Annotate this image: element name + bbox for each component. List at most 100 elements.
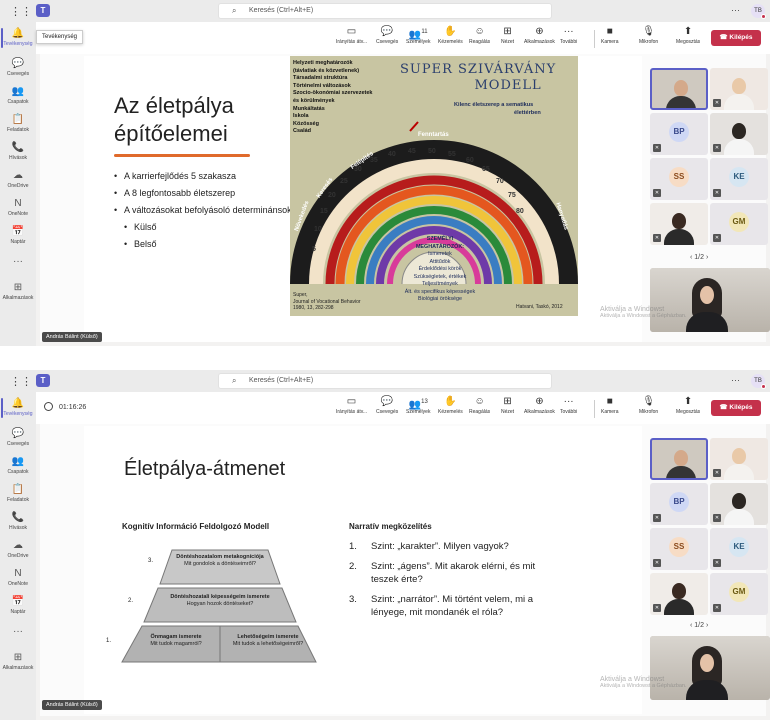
more-options-icon[interactable]: ··· bbox=[731, 375, 740, 385]
rail-calls[interactable]: 📞 Hívások bbox=[0, 142, 36, 161]
chat-icon: 💬 bbox=[380, 26, 394, 37]
rail-teams[interactable]: 👥 Csapatok bbox=[0, 456, 36, 475]
controls-button[interactable]: ▭ Irányítás átv... bbox=[336, 25, 367, 45]
rail-calendar[interactable]: 📅 Naptár bbox=[0, 226, 36, 245]
participant-tile[interactable]: BP ✕ bbox=[650, 483, 708, 525]
rail-apps[interactable]: ⊞ Alkalmazások bbox=[0, 282, 36, 301]
participant-tile[interactable] bbox=[650, 438, 708, 480]
mic-button[interactable]: 🎙 Mikrofon bbox=[639, 395, 658, 415]
mic-muted-icon: ✕ bbox=[713, 189, 721, 197]
narrative-list: 1. Szint: „karakter”. Milyen vagyok? 2. Sz… bbox=[349, 540, 559, 626]
camera-button[interactable]: ■ Kamera bbox=[601, 395, 619, 415]
activation-watermark: Aktiválja a Windowst Aktiválja a Windowst… bbox=[600, 676, 687, 689]
shared-slide: Az életpályaépítőelemei A karrierfejlődé… bbox=[84, 56, 642, 342]
rail-tasks[interactable]: 📋 Feladatok bbox=[0, 114, 36, 133]
react-button[interactable]: ☺ Reagálás bbox=[469, 395, 490, 415]
presence-busy-icon bbox=[761, 14, 766, 19]
user-avatar[interactable]: TB bbox=[751, 374, 766, 389]
camera-button[interactable]: ■ Kamera bbox=[601, 25, 619, 45]
view-button[interactable]: ⊞ Nézet bbox=[501, 25, 514, 45]
view-button[interactable]: ⊞ Nézet bbox=[501, 395, 514, 415]
mic-button[interactable]: 🎙 Mikrofon bbox=[639, 25, 658, 45]
mic-off-icon: 🎙 bbox=[642, 26, 655, 37]
rail-activity[interactable]: 🔔 Tevékenység bbox=[0, 398, 36, 418]
participant-tile[interactable]: ✕ bbox=[650, 573, 708, 615]
apps-button[interactable]: ⊕ Alkalmazások bbox=[524, 25, 555, 45]
more-options-icon[interactable]: ··· bbox=[731, 5, 740, 15]
gallery-pager[interactable]: ‹ 1/2 › bbox=[690, 622, 708, 629]
participant-tile[interactable]: ✕ bbox=[710, 113, 768, 155]
participant-tile[interactable]: ✕ bbox=[650, 203, 708, 245]
people-button[interactable]: 👥13 Személyek bbox=[406, 395, 430, 415]
teams-window-2: ⋮⋮⋮ T ⌕ Keresés (Ctrl+Alt+E) ··· TB 🔔 Tev… bbox=[0, 370, 770, 720]
rail-calls[interactable]: 📞 Hívások bbox=[0, 512, 36, 531]
share-button[interactable]: ⬆ Megosztás bbox=[676, 25, 700, 45]
participant-tile[interactable]: KE ✕ bbox=[710, 158, 768, 200]
narrative-item: 1. Szint: „karakter”. Milyen vagyok? bbox=[349, 541, 509, 552]
controls-button[interactable]: ▭ Irányítás átv... bbox=[336, 395, 367, 415]
rail-teams[interactable]: 👥 Csapatok bbox=[0, 86, 36, 105]
rail-chat[interactable]: 💬 Csevegés bbox=[0, 428, 36, 447]
people-button[interactable]: 👥11 Személyek bbox=[406, 25, 430, 45]
leave-button[interactable]: ☎ Kilépés bbox=[711, 400, 761, 416]
tasks-icon: 📋 bbox=[11, 114, 25, 125]
participant-tile[interactable] bbox=[650, 68, 708, 110]
rail-onedrive[interactable]: ☁ OneDrive bbox=[0, 170, 36, 189]
rail-tasks[interactable]: 📋 Feladatok bbox=[0, 484, 36, 503]
more-icon: ··· bbox=[563, 396, 574, 407]
meeting-toolbar: ▭ Irányítás átv... 💬 Csevegés 👥11 Személyek… bbox=[36, 22, 770, 54]
bell-icon: 🔔 bbox=[11, 28, 25, 39]
participant-tile[interactable]: GM ✕ bbox=[710, 573, 768, 615]
participant-video bbox=[672, 583, 686, 599]
rail-onedrive[interactable]: ☁ OneDrive bbox=[0, 540, 36, 559]
participant-video bbox=[672, 213, 686, 229]
search-icon: ⌕ bbox=[232, 6, 237, 15]
rail-calendar[interactable]: 📅 Naptár bbox=[0, 596, 36, 615]
more-button[interactable]: ··· További bbox=[560, 25, 577, 45]
share-button[interactable]: ⬆ Megosztás bbox=[676, 395, 700, 415]
rail-onenote[interactable]: N OneNote bbox=[0, 198, 36, 217]
shield-icon bbox=[44, 402, 53, 411]
rail-chat[interactable]: 💬 Csevegés bbox=[0, 58, 36, 77]
participant-tile[interactable]: KE ✕ bbox=[710, 528, 768, 570]
rail-onenote[interactable]: N OneNote bbox=[0, 568, 36, 587]
teams-window-1: ⋮⋮⋮ T ⌕ Keresés (Ctrl+Alt+E) ··· TB 🔔 Tev… bbox=[0, 0, 770, 346]
participant-tile[interactable]: SS ✕ bbox=[650, 528, 708, 570]
leave-button[interactable]: ☎ Kilépés bbox=[711, 30, 761, 46]
participant-tile[interactable]: ✕ bbox=[710, 438, 768, 480]
chat-button[interactable]: 💬 Csevegés bbox=[376, 25, 398, 45]
rail-more[interactable]: ··· bbox=[0, 626, 36, 638]
meeting-stage: Életpálya-átmenet Kognitív Információ Fe… bbox=[40, 424, 770, 716]
raise-hand-button[interactable]: ✋ Kézemelés bbox=[438, 395, 463, 415]
activity-tooltip: Tevékenység bbox=[36, 30, 84, 44]
more-button[interactable]: ··· További bbox=[560, 395, 577, 415]
participant-tile[interactable]: ✕ bbox=[710, 68, 768, 110]
participant-tile[interactable]: SS ✕ bbox=[650, 158, 708, 200]
participant-initials: GM bbox=[729, 582, 749, 602]
mic-muted-icon: ✕ bbox=[713, 99, 721, 107]
gallery-pager[interactable]: ‹ 1/2 › bbox=[690, 254, 708, 261]
react-button[interactable]: ☺ Reagálás bbox=[469, 25, 490, 45]
calendar-icon: 📅 bbox=[11, 596, 25, 607]
search-input[interactable]: ⌕ Keresés (Ctrl+Alt+E) bbox=[218, 3, 552, 19]
participant-tile[interactable]: BP ✕ bbox=[650, 113, 708, 155]
participant-tile[interactable]: ✕ bbox=[710, 483, 768, 525]
slide-title: Az életpálya építőelemei bbox=[114, 93, 234, 146]
rail-more[interactable]: ··· bbox=[0, 256, 36, 268]
raise-hand-button[interactable]: ✋ Kézemelés bbox=[438, 25, 463, 45]
stage-label: Fenntartás bbox=[418, 132, 449, 138]
cip-model-heading: Kognitív Információ Feldolgozó Modell bbox=[122, 522, 270, 531]
activation-watermark: Aktiválja a Windowst Aktiválja a Windowst… bbox=[600, 306, 687, 319]
level-number: 3. bbox=[148, 558, 154, 564]
apps-button[interactable]: ⊕ Alkalmazások bbox=[524, 395, 555, 415]
rail-apps[interactable]: ⊞ Alkalmazások bbox=[0, 652, 36, 671]
share-screen-icon: ▭ bbox=[346, 396, 357, 407]
self-view-video bbox=[650, 636, 770, 700]
user-avatar[interactable]: TB bbox=[751, 4, 766, 19]
rail-activity[interactable]: 🔔 Tevékenység bbox=[0, 28, 36, 48]
smile-icon: ☺ bbox=[474, 396, 485, 407]
chat-button[interactable]: 💬 Csevegés bbox=[376, 395, 398, 415]
onenote-icon: N bbox=[14, 198, 22, 209]
participant-tile[interactable]: GM ✕ bbox=[710, 203, 768, 245]
search-input[interactable]: ⌕ Keresés (Ctrl+Alt+E) bbox=[218, 373, 552, 389]
